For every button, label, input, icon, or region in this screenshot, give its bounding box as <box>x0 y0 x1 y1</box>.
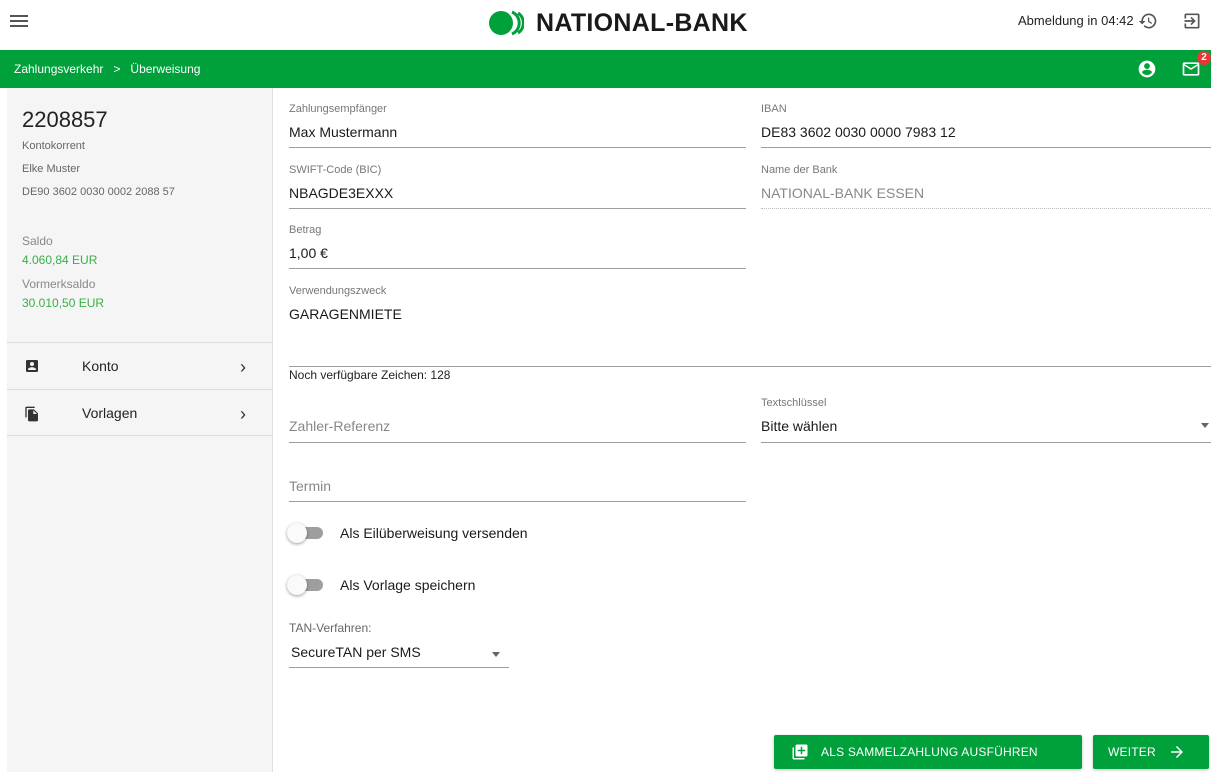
text-key-select[interactable]: Textschlüssel Bitte wählen <box>761 397 1211 443</box>
pending-balance-label: Vormerksaldo <box>22 277 96 291</box>
sidebar-item-konto[interactable]: Konto › <box>7 342 273 389</box>
purpose-label: Verwendungszweck <box>289 285 387 297</box>
next-label: WEITER <box>1108 745 1156 759</box>
top-bar: NATIONAL-BANK Abmeldung in 04:42 <box>0 0 1211 50</box>
toggle-knob <box>287 523 307 543</box>
account-type: Kontokorrent <box>22 140 85 152</box>
field-underline <box>289 208 746 209</box>
remaining-characters: Noch verfügbare Zeichen: 128 <box>289 368 451 382</box>
swift-field[interactable]: SWIFT-Code (BIC) NBAGDE3EXXX <box>289 164 746 209</box>
balance-value: 4.060,84 EUR <box>22 253 98 267</box>
bank-name-value: NATIONAL-BANK ESSEN <box>761 185 925 201</box>
bank-name-label: Name der Bank <box>761 164 838 176</box>
brand-logo: NATIONAL-BANK <box>488 8 748 38</box>
swift-value: NBAGDE3EXXX <box>289 185 394 201</box>
sidebar-nav: Konto › Vorlagen › <box>7 342 273 436</box>
iban-field[interactable]: IBAN DE83 3602 0030 0000 7983 12 <box>761 103 1211 148</box>
tan-method-value: SecureTAN per SMS <box>291 644 421 660</box>
mail-count-badge: 2 <box>1197 51 1211 65</box>
field-underline <box>289 147 746 148</box>
field-underline <box>761 208 1211 209</box>
toggle-knob <box>287 575 307 595</box>
balance-label: Saldo <box>22 234 53 248</box>
profile-icon[interactable] <box>1137 59 1157 84</box>
chevron-right-icon: › <box>240 404 246 424</box>
batch-payment-label: ALS SAMMELZAHLUNG AUSFÜHREN <box>821 745 1038 759</box>
payer-reference-placeholder: Zahler-Referenz <box>289 418 391 434</box>
sidebar-item-label: Vorlagen <box>82 405 138 421</box>
express-transfer-toggle[interactable]: Als Eilüberweisung versenden <box>287 523 528 543</box>
account-owner: Elke Muster <box>22 163 81 175</box>
iban-value: DE83 3602 0030 0000 7983 12 <box>761 124 956 140</box>
swift-label: SWIFT-Code (BIC) <box>289 164 382 176</box>
arrow-right-icon <box>1170 746 1183 758</box>
account-sidebar: 2208857 Kontokorrent Elke Muster DE90 36… <box>7 88 273 772</box>
breadcrumb-separator: > <box>113 62 121 76</box>
pending-balance-value: 30.010,50 EUR <box>22 296 105 310</box>
field-underline <box>761 147 1211 148</box>
navigation-bar: Zahlungsverkehr > Überweisung 2 <box>0 50 1211 88</box>
add-to-queue-icon <box>792 744 808 760</box>
text-key-label: Textschlüssel <box>761 397 827 409</box>
tan-method-select[interactable]: SecureTAN per SMS <box>289 640 509 668</box>
express-transfer-label: Als Eilüberweisung versenden <box>340 525 528 541</box>
brand-name: NATIONAL-BANK <box>536 8 748 37</box>
save-template-toggle[interactable]: Als Vorlage speichern <box>287 575 476 595</box>
sidebar-item-vorlagen[interactable]: Vorlagen › <box>7 389 273 436</box>
account-iban: DE90 3602 0030 0002 2088 57 <box>22 186 175 198</box>
logo-mark-icon <box>489 10 524 36</box>
history-icon[interactable] <box>1138 11 1158 36</box>
amount-value: 1,00 € <box>289 245 328 261</box>
tan-method-label: TAN-Verfahren: <box>289 621 372 635</box>
field-underline <box>289 442 746 443</box>
next-button[interactable]: WEITER <box>1093 735 1209 769</box>
text-key-value: Bitte wählen <box>761 418 838 434</box>
logout-icon[interactable] <box>1182 11 1202 36</box>
payer-reference-field[interactable]: Zahler-Referenz <box>289 400 746 443</box>
field-underline <box>289 268 746 269</box>
toggle-track <box>287 523 323 543</box>
account-number: 2208857 <box>22 107 108 132</box>
chevron-down-icon <box>1201 423 1209 428</box>
menu-icon[interactable] <box>10 12 28 30</box>
chevron-down-icon <box>492 652 500 657</box>
batch-payment-button[interactable]: ALS SAMMELZAHLUNG AUSFÜHREN <box>774 735 1082 769</box>
recipient-value: Max Mustermann <box>289 124 398 140</box>
session-timer: Abmeldung in 04:42 <box>1018 13 1134 28</box>
field-underline <box>289 366 1211 367</box>
contact-card-icon <box>24 358 40 379</box>
field-underline <box>761 442 1211 443</box>
recipient-label: Zahlungsempfänger <box>289 103 387 115</box>
amount-label: Betrag <box>289 224 322 236</box>
toggle-track <box>287 575 323 595</box>
breadcrumb: Zahlungsverkehr > Überweisung <box>14 62 200 76</box>
breadcrumb-item-transfer[interactable]: Überweisung <box>130 62 200 76</box>
iban-label: IBAN <box>761 103 787 115</box>
sidebar-item-label: Konto <box>82 358 119 374</box>
date-field[interactable]: Termin <box>289 460 746 502</box>
chevron-right-icon: › <box>240 357 246 377</box>
breadcrumb-item-payments[interactable]: Zahlungsverkehr <box>14 62 103 76</box>
amount-field[interactable]: Betrag 1,00 € <box>289 224 746 269</box>
field-underline <box>289 501 746 502</box>
date-placeholder: Termin <box>289 478 332 494</box>
bank-name-field: Name der Bank NATIONAL-BANK ESSEN <box>761 164 1211 209</box>
purpose-value: GARAGENMIETE <box>289 306 402 322</box>
recipient-field[interactable]: Zahlungsempfänger Max Mustermann <box>289 103 746 148</box>
file-copy-icon <box>24 405 40 428</box>
purpose-field[interactable]: Verwendungszweck GARAGENMIETE <box>289 285 1211 367</box>
save-template-label: Als Vorlage speichern <box>340 577 476 593</box>
